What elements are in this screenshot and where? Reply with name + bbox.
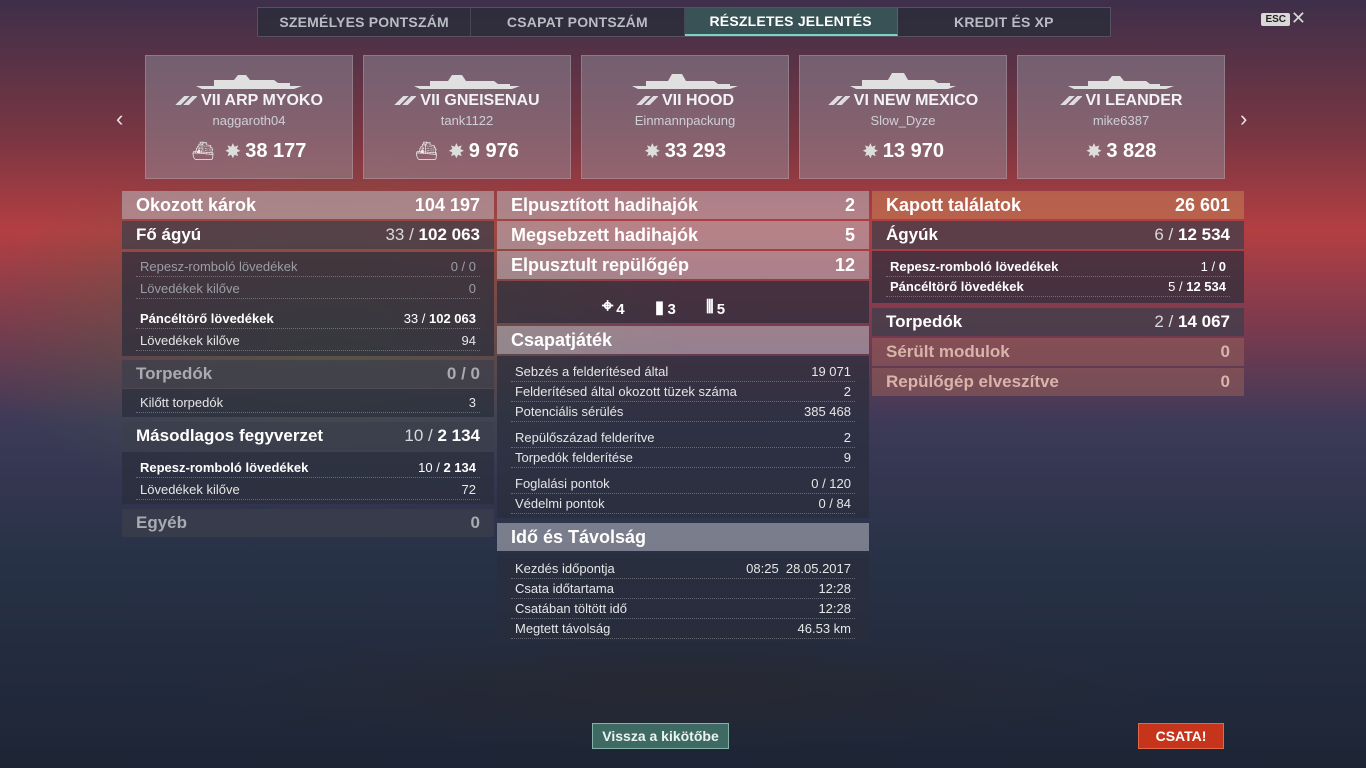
ship-name: VII HOOD <box>661 92 734 109</box>
tab-detailed-report[interactable]: RÉSZLETES JELENTÉS <box>684 8 898 36</box>
planes-lost-row: Repülőgép elveszítve 0 <box>872 368 1244 396</box>
sinking-ship-icon: ⛴ <box>191 141 215 161</box>
ship-card[interactable]: VII HOOD Einmannpackung ✸ 33 293 <box>581 55 789 179</box>
destroyed-ships-row: Elpusztított hadihajók 2 <box>497 191 869 219</box>
next-arrow-icon[interactable]: › <box>1240 106 1247 132</box>
time-distance-header: Idő és Távolság <box>497 523 869 551</box>
damage-caused-header: Okozott károk 104 197 <box>122 191 494 219</box>
ship-silhouette-icon <box>196 75 302 89</box>
damaged-ships-row: Megsebzett hadihajók 5 <box>497 221 869 249</box>
damaged-modules-row: Sérült modulok 0 <box>872 338 1244 366</box>
ship-silhouette-icon <box>632 74 738 89</box>
crosshair-icon: ⌖ <box>602 295 614 317</box>
tab-credits-xp[interactable]: KREDIT ÉS XP <box>898 8 1110 36</box>
other-row: Egyéb 0 <box>122 509 494 537</box>
damage-icon: ✸ <box>644 141 661 163</box>
ship-damage: 13 970 <box>882 140 944 162</box>
ship-silhouette-icon <box>850 73 956 89</box>
battleship-class-icon <box>394 96 417 106</box>
ship-damage: 9 976 <box>468 140 519 162</box>
teamplay-header: Csapatjáték <box>497 326 869 354</box>
ship-damage: 38 177 <box>245 140 307 162</box>
ship-damage: 3 828 <box>1106 140 1157 162</box>
player-name: tank1122 <box>440 113 494 128</box>
planes-destroyed-row: Elpusztult repülőgép 12 <box>497 251 869 279</box>
received-torpedoes-row: Torpedók 2 / 14 067 <box>872 308 1244 336</box>
ship-name: VII ARP MYOKO <box>201 92 323 109</box>
ammo-icon: ⦀ <box>705 297 714 317</box>
ap-shells-row: Páncéltörő lövedékek 33 / 102 063 <box>136 309 480 329</box>
ship-name: VI LEANDER <box>1085 92 1183 109</box>
teamplay-row: Felderítésed által okozott tüzek száma 2 <box>511 382 855 402</box>
he-shells-row: Repesz-romboló lövedékek 0 / 0 <box>136 257 480 277</box>
cruiser-class-icon <box>175 96 198 106</box>
ship-name: VI NEW MEXICO <box>853 92 979 109</box>
ship-silhouette-icon <box>414 75 520 89</box>
secondary-he-row: Repesz-romboló lövedékek 10 / 2 134 <box>136 458 480 478</box>
secondary-fired-row: Lövedékek kilőve 72 <box>136 480 480 500</box>
ship-card[interactable]: VI NEW MEXICO Slow_Dyze ✸ 13 970 <box>799 55 1007 179</box>
time-row: Csatában töltött idő 12:28 <box>511 599 855 619</box>
ship-name: VII GNEISENAU <box>420 92 540 109</box>
he-fired-row: Lövedékek kilőve 0 <box>136 279 480 299</box>
ship-cards: VII ARP MYOKO naggaroth04 ⛴ ✸ 38 177 VII … <box>145 55 1225 179</box>
ship-card[interactable]: VII GNEISENAU tank1122 ⛴ ✸ 9 976 <box>363 55 571 179</box>
guns-row: Ágyúk 6 / 12 534 <box>872 221 1244 249</box>
ship-damage: 33 293 <box>664 140 726 162</box>
time-row: Megtett távolság 46.53 km <box>511 619 855 639</box>
battleship-class-icon <box>635 96 658 106</box>
cruiser-class-icon <box>1059 96 1082 106</box>
teamplay-row: Repülőszázad felderítve 2 <box>511 428 855 448</box>
close-icon[interactable]: ✕ <box>1291 8 1306 29</box>
torpedoes-row: Torpedók 0 / 0 <box>122 360 494 388</box>
ship-silhouette-icon <box>1068 76 1174 89</box>
torpedoes-fired-row: Kilőtt torpedók 3 <box>136 393 480 413</box>
prev-arrow-icon[interactable]: ‹ <box>116 106 123 132</box>
hits-received-header: Kapott találatok 26 601 <box>872 191 1244 219</box>
ship-card[interactable]: VII ARP MYOKO naggaroth04 ⛴ ✸ 38 177 <box>145 55 353 179</box>
ap-fired-row: Lövedékek kilőve 94 <box>136 331 480 351</box>
teamplay-row: Potenciális sérülés 385 468 <box>511 402 855 422</box>
player-name: naggaroth04 <box>212 113 286 128</box>
battle-button[interactable]: CSATA! <box>1138 723 1224 749</box>
damage-icon: ✸ <box>448 141 465 163</box>
received-he-row: Repesz-romboló lövedékek 1 / 0 <box>886 257 1230 277</box>
teamplay-row: Védelmi pontok 0 / 84 <box>511 494 855 514</box>
player-name: mike6387 <box>1092 113 1150 128</box>
received-ap-row: Páncéltörő lövedékek 5 / 12 534 <box>886 277 1230 297</box>
esc-key-badge: ESC <box>1261 13 1290 26</box>
damage-icon: ✸ <box>224 141 242 163</box>
time-row: Kezdés időpontja 08:25 28.05.2017 <box>511 559 855 579</box>
tab-team-score[interactable]: CSAPAT PONTSZÁM <box>471 8 685 36</box>
back-to-port-button[interactable]: Vissza a kikötőbe <box>592 723 729 749</box>
secondary-armament-row: Másodlagos fegyverzet 10 / 2 134 <box>122 422 494 450</box>
player-name: Slow_Dyze <box>870 113 936 128</box>
damage-icon: ✸ <box>862 141 879 163</box>
achievement-icons: ⌖ 4 ▮ 3 ⦀ 5 <box>602 295 726 318</box>
teamplay-row: Foglalási pontok 0 / 120 <box>511 474 855 494</box>
main-battery-row: Fő ágyú 33 / 102 063 <box>122 221 494 249</box>
sinking-ship-icon: ⛴ <box>415 141 439 161</box>
battleship-class-icon <box>827 96 850 106</box>
teamplay-row: Sebzés a felderítésed által 19 071 <box>511 362 855 382</box>
time-row: Csata időtartama 12:28 <box>511 579 855 599</box>
ship-card[interactable]: VI LEANDER mike6387 ✸ 3 828 <box>1017 55 1225 179</box>
damage-icon: ✸ <box>1085 141 1103 163</box>
player-name: Einmannpackung <box>634 113 736 128</box>
report-tabs: SZEMÉLYES PONTSZÁM CSAPAT PONTSZÁM RÉSZL… <box>257 7 1111 37</box>
teamplay-row: Torpedók felderítése 9 <box>511 448 855 468</box>
shell-icon: ▮ <box>654 297 665 317</box>
tab-personal-score[interactable]: SZEMÉLYES PONTSZÁM <box>258 8 472 36</box>
